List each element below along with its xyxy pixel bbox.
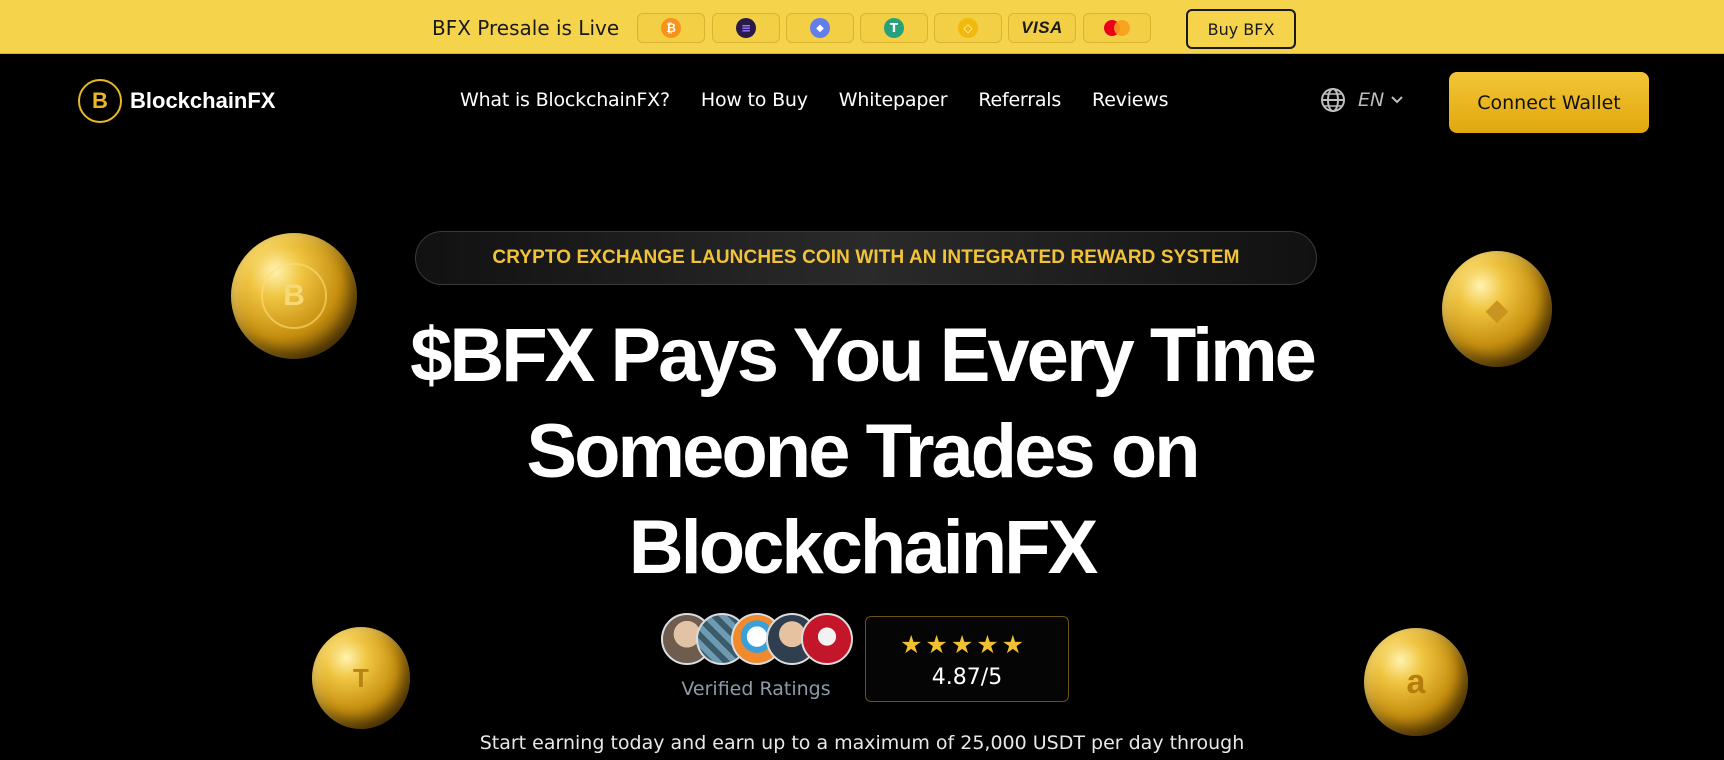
hero-subtext: Start earning today and earn up to a max… <box>479 732 1245 754</box>
rating-stars: ★★★★★ <box>900 631 1028 659</box>
presale-live-text: BFX Presale is Live <box>432 16 620 40</box>
ethereum-coin-icon: ◆ <box>1442 251 1552 367</box>
visa-icon: VISA <box>1021 18 1063 37</box>
hero-headline: $BFX Pays You Every Time Someone Trades … <box>362 308 1362 596</box>
headline-line-3: BlockchainFX <box>628 505 1099 590</box>
nav-link-how-to-buy[interactable]: How to Buy <box>701 89 808 111</box>
announcement-pill: CRYPTO EXCHANGE LAUNCHES COIN WITH AN IN… <box>415 231 1317 285</box>
rating-value: 4.87/5 <box>931 665 1003 690</box>
buy-bfx-button[interactable]: Buy BFX <box>1186 9 1296 49</box>
logo-text: BlockchainFX <box>130 88 276 113</box>
blockchainfx-logo-icon: B <box>78 79 122 123</box>
rating-card: ★★★★★ 4.87/5 <box>865 616 1069 702</box>
headline-line-1: $BFX Pays You Every Time <box>410 313 1317 398</box>
site-logo[interactable]: B BlockchainFX <box>78 79 275 123</box>
solana-icon: ≡ <box>736 18 756 38</box>
language-code: EN <box>1358 89 1385 111</box>
ethereum-chip: ◆ <box>786 13 854 43</box>
globe-icon <box>1321 88 1345 112</box>
headline-line-2: Someone Trades on <box>526 409 1200 494</box>
bitcoin-icon: ₿ <box>661 18 681 38</box>
main-nav: What is BlockchainFX? How to Buy Whitepa… <box>460 89 1199 111</box>
mastercard-chip <box>1083 13 1151 43</box>
reviewer-avatars <box>661 613 853 667</box>
bitcoin-chip: ₿ <box>637 13 705 43</box>
presale-banner: BFX Presale is Live ₿ ≡ ◆ T ◇ VISA Buy B… <box>0 0 1724 54</box>
bnb-icon: ◇ <box>958 18 978 38</box>
nav-link-what-is[interactable]: What is BlockchainFX? <box>460 89 670 111</box>
tether-icon: T <box>884 18 904 38</box>
language-selector[interactable]: EN <box>1320 87 1404 113</box>
tesla-coin-icon: T <box>312 627 410 729</box>
ethereum-icon: ◆ <box>810 18 830 38</box>
nav-link-reviews[interactable]: Reviews <box>1092 89 1168 111</box>
nav-link-referrals[interactable]: Referrals <box>978 89 1061 111</box>
bnb-chip: ◇ <box>934 13 1002 43</box>
verified-ratings-label: Verified Ratings <box>681 678 831 700</box>
bfx-coin-icon: B <box>231 233 357 359</box>
nav-link-whitepaper[interactable]: Whitepaper <box>839 89 948 111</box>
mastercard-icon <box>1104 20 1130 36</box>
tether-chip: T <box>860 13 928 43</box>
visa-chip: VISA <box>1008 13 1076 43</box>
avatar <box>801 613 853 665</box>
solana-chip: ≡ <box>712 13 780 43</box>
chevron-down-icon <box>1391 96 1403 104</box>
connect-wallet-button[interactable]: Connect Wallet <box>1449 72 1649 133</box>
amazon-coin-icon: a <box>1364 628 1468 736</box>
